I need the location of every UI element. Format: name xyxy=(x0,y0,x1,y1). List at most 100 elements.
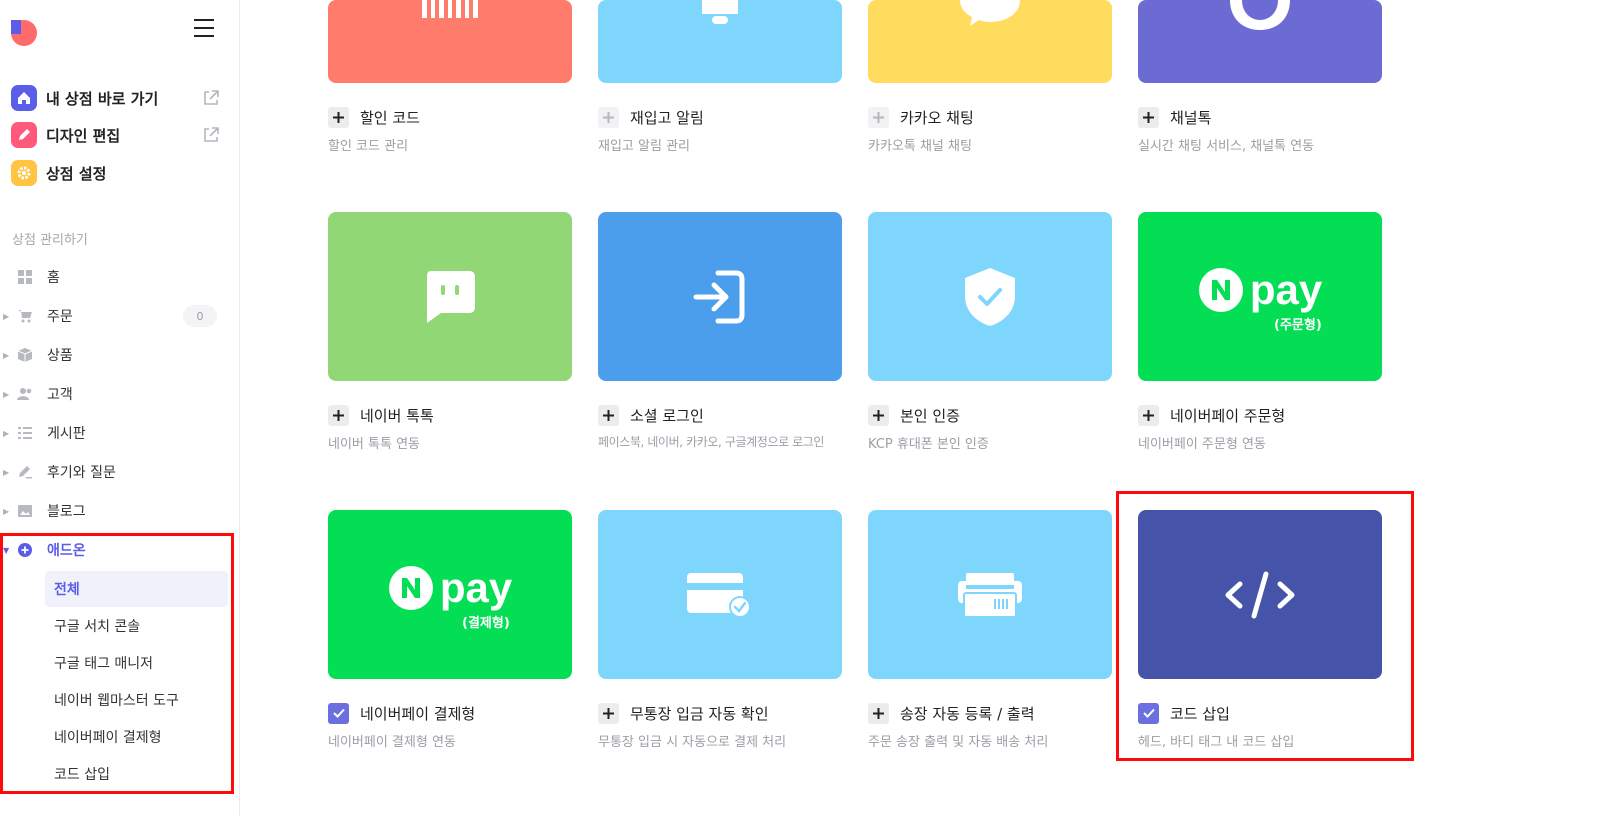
card-thumbnail[interactable] xyxy=(598,510,842,679)
add-toggle[interactable] xyxy=(598,106,619,128)
card-thumbnail[interactable] xyxy=(328,0,572,83)
npay-text: pay xyxy=(1249,265,1323,313)
card-title: 네이버페이 주문형 xyxy=(1170,406,1286,425)
card-title: 채널톡 xyxy=(1170,108,1212,127)
list-icon xyxy=(16,424,34,442)
card-thumbnail[interactable] xyxy=(328,212,572,381)
addon-card-invoice-print[interactable]: 송장 자동 등록 / 출력 주문 송장 출력 및 자동 배송 처리 xyxy=(868,510,1112,750)
code-icon xyxy=(1225,571,1295,618)
brand-logo[interactable] xyxy=(11,12,41,46)
nav-item-products[interactable]: ▶ 상품 xyxy=(0,343,230,367)
menu-toggle-icon[interactable] xyxy=(194,19,214,37)
addon-card-naverpay-payment[interactable]: pay (결제형) 네이버페이 결제형 네이버페이 결제형 연동 xyxy=(328,510,572,750)
card-description: 실시간 채팅 서비스, 채널톡 연동 xyxy=(1138,139,1315,154)
checked-toggle[interactable] xyxy=(328,702,349,724)
addon-card-channeltalk[interactable]: 채널톡 실시간 채팅 서비스, 채널톡 연동 xyxy=(1138,0,1382,154)
caret-down-icon: ▼ xyxy=(3,545,10,555)
nav-item-board[interactable]: ▶ 게시판 xyxy=(0,421,230,445)
addon-sub-google-tag-manager[interactable]: 구글 태그 매니저 xyxy=(45,645,228,681)
nav-item-home[interactable]: 홈 xyxy=(0,265,230,289)
add-toggle[interactable] xyxy=(1138,404,1159,426)
nav-label: 홈 xyxy=(47,270,60,286)
nav-label: 후기와 질문 xyxy=(47,465,116,481)
add-toggle[interactable] xyxy=(868,106,889,128)
image-icon xyxy=(16,502,34,520)
card-thumbnail[interactable]: pay (주문형) xyxy=(1138,212,1382,381)
quick-link-label: 내 상점 바로 가기 xyxy=(46,89,159,108)
addon-card-code-insert[interactable]: 코드 삽입 헤드, 바디 태그 내 코드 삽입 xyxy=(1138,510,1382,750)
card-description: 네이버페이 결제형 연동 xyxy=(328,735,456,750)
add-toggle[interactable] xyxy=(328,404,349,426)
card-title: 소셜 로그인 xyxy=(630,406,704,425)
addon-sub-naverpay-payment[interactable]: 네이버페이 결제형 xyxy=(45,719,228,755)
add-toggle[interactable] xyxy=(868,702,889,724)
add-toggle[interactable] xyxy=(868,404,889,426)
npay-subtitle: (결제형) xyxy=(462,616,510,631)
card-thumbnail[interactable] xyxy=(868,0,1112,83)
box-icon xyxy=(16,346,34,364)
addon-card-social-login[interactable]: 소셜 로그인 페이스북, 네이버, 카카오, 구글계정으로 로그인 xyxy=(598,212,842,450)
card-title: 네이버페이 결제형 xyxy=(360,704,476,723)
printer-icon xyxy=(958,572,1022,618)
quick-link-store[interactable]: 내 상점 바로 가기 xyxy=(11,85,221,111)
nav-item-customers[interactable]: ▶ 고객 xyxy=(0,382,230,406)
addon-sub-naver-webmaster[interactable]: 네이버 웹마스터 도구 xyxy=(45,682,228,718)
card-title: 재입고 알림 xyxy=(630,108,704,127)
caret-right-icon: ▶ xyxy=(3,506,10,516)
addon-card-restock-alert[interactable]: 재입고 알림 재입고 알림 관리 xyxy=(598,0,842,154)
order-count-badge: 0 xyxy=(183,305,217,327)
card-description: 카카오톡 채널 채팅 xyxy=(868,139,972,154)
addon-card-naverpay-order[interactable]: pay (주문형) 네이버페이 주문형 네이버페이 주문형 연동 xyxy=(1138,212,1382,452)
card-thumbnail[interactable] xyxy=(598,0,842,83)
card-thumbnail[interactable]: pay (결제형) xyxy=(328,510,572,679)
card-title: 무통장 입금 자동 확인 xyxy=(630,704,769,723)
checked-toggle[interactable] xyxy=(1138,702,1159,724)
sidebar: 내 상점 바로 가기 디자인 편집 상점 설정 상점 관리하기 홈 ▶ 주문 0… xyxy=(0,0,240,816)
card-thumbnail[interactable] xyxy=(868,510,1112,679)
card-description: 재입고 알림 관리 xyxy=(598,139,690,154)
plus-circle-icon xyxy=(16,541,34,559)
card-thumbnail[interactable] xyxy=(598,212,842,381)
card-thumbnail[interactable] xyxy=(868,212,1112,381)
add-toggle[interactable] xyxy=(1138,106,1159,128)
external-link-icon[interactable] xyxy=(201,125,221,145)
addon-sub-google-search-console[interactable]: 구글 서치 콘솔 xyxy=(45,608,228,644)
caret-right-icon: ▶ xyxy=(3,467,10,477)
nav-label: 고객 xyxy=(47,387,73,403)
card-thumbnail[interactable] xyxy=(1138,0,1382,83)
addon-card-identity-verification[interactable]: 본인 인증 KCP 휴대폰 본인 인증 xyxy=(868,212,1112,452)
barcode-icon xyxy=(422,0,478,18)
card-description: 페이스북, 네이버, 카카오, 구글계정으로 로그인 xyxy=(598,435,825,449)
card-description: 헤드, 바디 태그 내 코드 삽입 xyxy=(1138,735,1295,750)
card-description: KCP 휴대폰 본인 인증 xyxy=(868,437,989,452)
addon-card-bank-deposit-auto[interactable]: 무통장 입금 자동 확인 무통장 입금 시 자동으로 결제 처리 xyxy=(598,510,842,750)
addon-sub-all[interactable]: 전체 xyxy=(45,571,228,607)
addon-card-discount-code[interactable]: 할인 코드 할인 코드 관리 xyxy=(328,0,572,154)
quick-link-settings[interactable]: 상점 설정 xyxy=(11,160,221,186)
add-toggle[interactable] xyxy=(598,702,619,724)
cart-icon xyxy=(16,307,34,325)
nav-item-orders[interactable]: ▶ 주문 0 xyxy=(0,304,230,328)
quick-link-design[interactable]: 디자인 편집 xyxy=(11,122,221,148)
npay-text: pay xyxy=(439,563,513,611)
add-toggle[interactable] xyxy=(598,404,619,426)
nav-item-reviews[interactable]: ▶ 후기와 질문 xyxy=(0,460,230,484)
add-toggle[interactable] xyxy=(328,106,349,128)
addon-card-naver-talktalk[interactable]: 네이버 톡톡 네이버 톡톡 연동 xyxy=(328,212,572,452)
nav-item-blog[interactable]: ▶ 블로그 xyxy=(0,499,230,523)
nav-label: 상품 xyxy=(47,348,73,364)
card-thumbnail[interactable] xyxy=(1138,510,1382,679)
addon-card-kakao-chat[interactable]: 카카오 채팅 카카오톡 채널 채팅 xyxy=(868,0,1112,154)
card-description: 할인 코드 관리 xyxy=(328,139,409,154)
chat-bubble-icon xyxy=(427,270,475,323)
edit-icon xyxy=(16,463,34,481)
section-title: 상점 관리하기 xyxy=(12,233,88,248)
addon-sub-code-insert[interactable]: 코드 삽입 xyxy=(45,756,228,792)
nav-label: 블로그 xyxy=(47,504,86,520)
pencil-icon xyxy=(11,122,37,148)
nav-item-addon[interactable]: ▼ 애드온 xyxy=(0,538,230,562)
external-link-icon[interactable] xyxy=(201,88,221,108)
caret-right-icon: ▶ xyxy=(3,428,10,438)
npay-icon: pay xyxy=(1198,267,1322,313)
nav-label: 게시판 xyxy=(47,426,86,442)
